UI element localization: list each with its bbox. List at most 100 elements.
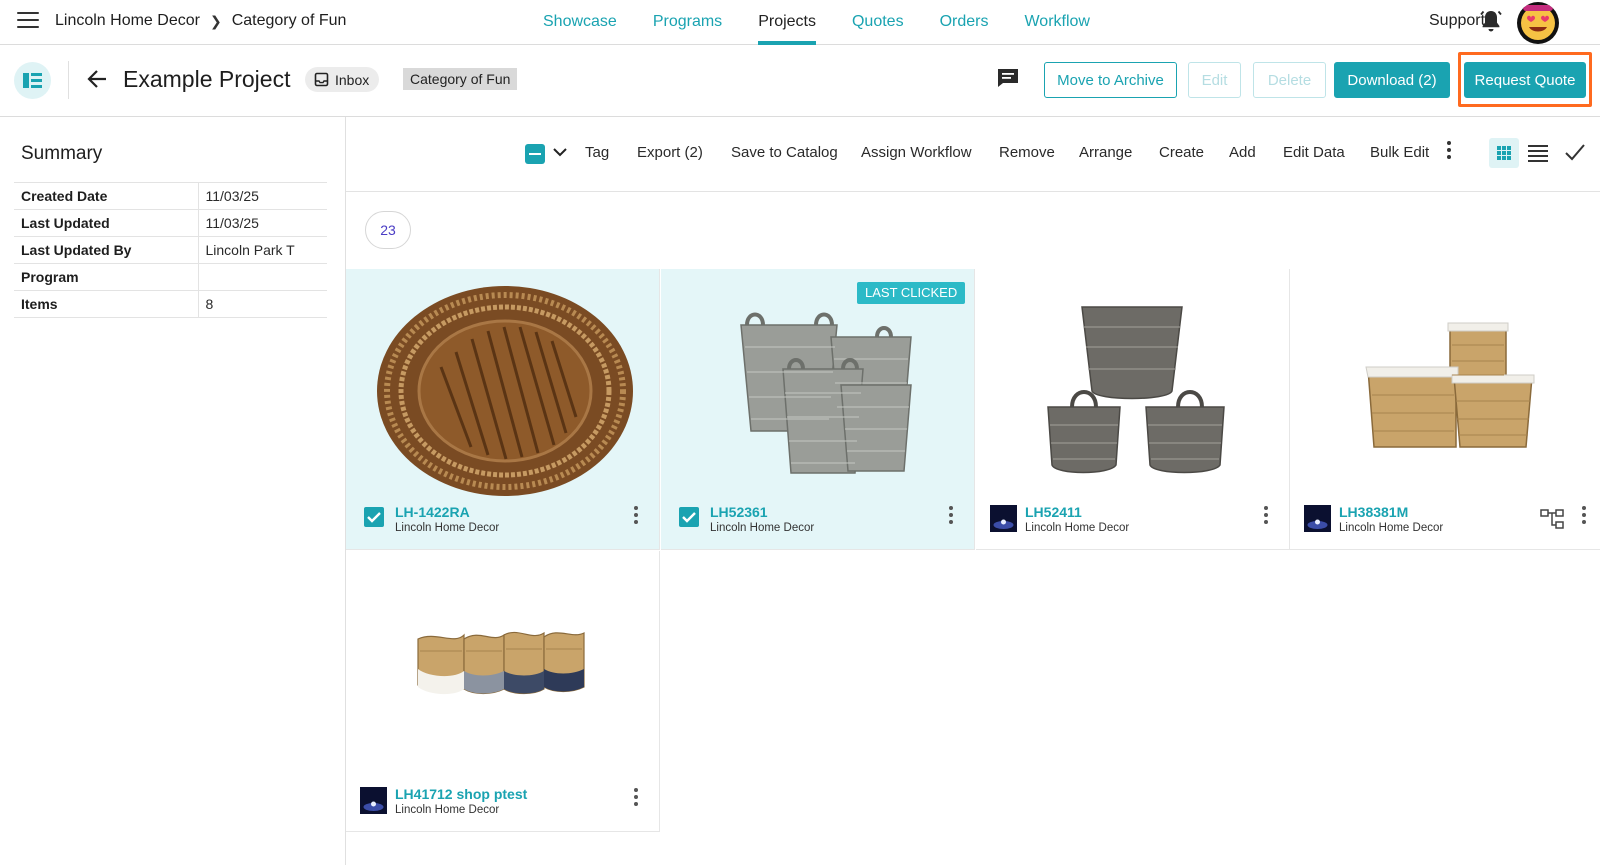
summary-title: Summary	[21, 143, 103, 164]
breadcrumb: Lincoln Home Decor ❯ Category of Fun	[55, 12, 346, 30]
item-swatch	[360, 787, 387, 814]
nav-programs[interactable]: Programs	[635, 0, 740, 45]
grid-view-button[interactable]	[1489, 138, 1519, 168]
item-swatch	[1304, 505, 1331, 532]
add-button[interactable]: Add	[1229, 144, 1256, 161]
swatch-image	[1304, 505, 1331, 532]
item-sku-link[interactable]: LH-1422RA	[395, 504, 470, 520]
product-image	[740, 312, 912, 474]
smiley-heart-eyes-icon	[1521, 5, 1555, 40]
user-avatar[interactable]	[1517, 2, 1559, 44]
product-image	[1047, 306, 1225, 474]
item-more-icon[interactable]	[633, 506, 639, 526]
item-count-badge: 23	[365, 211, 411, 249]
item-sku-link[interactable]: LH38381M	[1339, 504, 1408, 520]
chevron-down-icon[interactable]	[551, 143, 569, 161]
summary-value: 11/03/25	[198, 182, 327, 210]
last-clicked-badge: LAST CLICKED	[857, 282, 966, 304]
product-card[interactable]: LH52411 Lincoln Home Decor	[976, 269, 1290, 550]
inbox-icon	[314, 72, 329, 87]
summary-value: 11/03/25	[198, 209, 327, 237]
list-view-icon[interactable]	[1527, 143, 1549, 163]
move-to-archive-button[interactable]: Move to Archive	[1044, 62, 1177, 98]
summary-sidebar: Summary Created Date 11/03/25 Last Update…	[0, 117, 346, 865]
item-sku-link[interactable]: LH41712 shop ptest	[395, 786, 527, 802]
bulk-edit-button[interactable]: Bulk Edit	[1370, 144, 1429, 161]
summary-value: Lincoln Park T	[198, 236, 327, 264]
summary-label: Last Updated By	[14, 236, 199, 264]
edit-data-button[interactable]: Edit Data	[1283, 144, 1345, 161]
brand-link[interactable]: Lincoln Home Decor	[55, 12, 200, 30]
breadcrumb-category[interactable]: Category of Fun	[232, 12, 347, 30]
top-navigation: Lincoln Home Decor ❯ Category of Fun Sho…	[0, 0, 1600, 45]
inbox-chip[interactable]: Inbox	[305, 67, 380, 92]
summary-row: Program	[14, 263, 327, 291]
nav-showcase[interactable]: Showcase	[525, 0, 635, 45]
product-card[interactable]: LH-1422RA Lincoln Home Decor	[346, 269, 660, 550]
summary-value	[198, 263, 327, 291]
arrange-button[interactable]: Arrange	[1079, 144, 1132, 161]
checkmark-icon	[367, 512, 381, 523]
category-tag: Category of Fun	[403, 68, 518, 90]
sidebar-panel-icon	[23, 73, 42, 88]
item-vendor: Lincoln Home Decor	[395, 804, 500, 816]
item-checkbox[interactable]	[364, 507, 384, 527]
summary-label: Program	[14, 263, 199, 291]
summary-label: Created Date	[14, 182, 199, 210]
support-link[interactable]: Support	[1429, 12, 1485, 30]
summary-table: Created Date 11/03/25 Last Updated 11/03/2…	[14, 182, 327, 318]
checkmark-icon[interactable]	[1564, 141, 1586, 163]
item-checkbox[interactable]	[679, 507, 699, 527]
bell-icon[interactable]	[1479, 8, 1503, 34]
summary-label: Last Updated	[14, 209, 199, 237]
item-vendor: Lincoln Home Decor	[395, 522, 500, 534]
product-image	[377, 286, 633, 496]
menu-icon[interactable]	[17, 12, 39, 32]
nav-projects[interactable]: Projects	[740, 0, 834, 45]
remove-button[interactable]: Remove	[999, 144, 1055, 161]
chevron-right-icon: ❯	[209, 12, 222, 29]
product-card[interactable]: LH41712 shop ptest Lincoln Home Decor	[346, 551, 660, 832]
delete-button[interactable]: Delete	[1253, 62, 1326, 98]
checkmark-icon	[682, 512, 696, 523]
panel-toggle-button[interactable]	[14, 62, 51, 99]
main-nav: Showcase Programs Projects Quotes Orders…	[525, 0, 1108, 45]
edit-button[interactable]: Edit	[1188, 62, 1241, 98]
item-more-icon[interactable]	[1263, 506, 1269, 526]
more-options-icon[interactable]	[1446, 141, 1452, 163]
product-card[interactable]: LH52361 Lincoln Home Decor	[661, 269, 975, 550]
product-image	[417, 631, 585, 695]
export-button[interactable]: Export (2)	[637, 144, 703, 161]
swatch-image	[990, 505, 1017, 532]
tag-button[interactable]: Tag	[585, 144, 609, 161]
inbox-label: Inbox	[335, 71, 370, 88]
summary-row: Items 8	[14, 290, 327, 318]
summary-value: 8	[198, 290, 327, 318]
item-sku-link[interactable]: LH52361	[710, 504, 768, 520]
hierarchy-icon[interactable]	[1540, 508, 1564, 530]
product-card[interactable]: LH38381M Lincoln Home Decor	[1290, 269, 1600, 550]
summary-row: Created Date 11/03/25	[14, 182, 327, 210]
select-all-checkbox[interactable]	[525, 144, 545, 164]
swatch-image	[360, 787, 387, 814]
item-more-icon[interactable]	[1581, 506, 1587, 526]
nav-quotes[interactable]: Quotes	[834, 0, 922, 45]
summary-label: Items	[14, 290, 199, 318]
back-arrow-icon[interactable]	[86, 68, 108, 90]
create-button[interactable]: Create	[1159, 144, 1204, 161]
item-vendor: Lincoln Home Decor	[1339, 522, 1444, 534]
item-vendor: Lincoln Home Decor	[710, 522, 815, 534]
assign-workflow-button[interactable]: Assign Workflow	[861, 144, 972, 161]
download-button[interactable]: Download (2)	[1334, 62, 1450, 98]
nav-workflow[interactable]: Workflow	[1006, 0, 1108, 45]
item-more-icon[interactable]	[948, 506, 954, 526]
item-more-icon[interactable]	[633, 788, 639, 808]
item-swatch	[990, 505, 1017, 532]
item-sku-link[interactable]: LH52411	[1025, 504, 1082, 520]
summary-row: Last Updated By Lincoln Park T	[14, 236, 327, 264]
comment-icon[interactable]	[997, 68, 1019, 88]
nav-orders[interactable]: Orders	[922, 0, 1007, 45]
project-header: Example Project Inbox Category of Fun Mo…	[0, 45, 1600, 117]
items-toolbar: Tag Export (2) Save to Catalog Assign Wo…	[346, 117, 1600, 192]
save-to-catalog-button[interactable]: Save to Catalog	[731, 144, 838, 161]
